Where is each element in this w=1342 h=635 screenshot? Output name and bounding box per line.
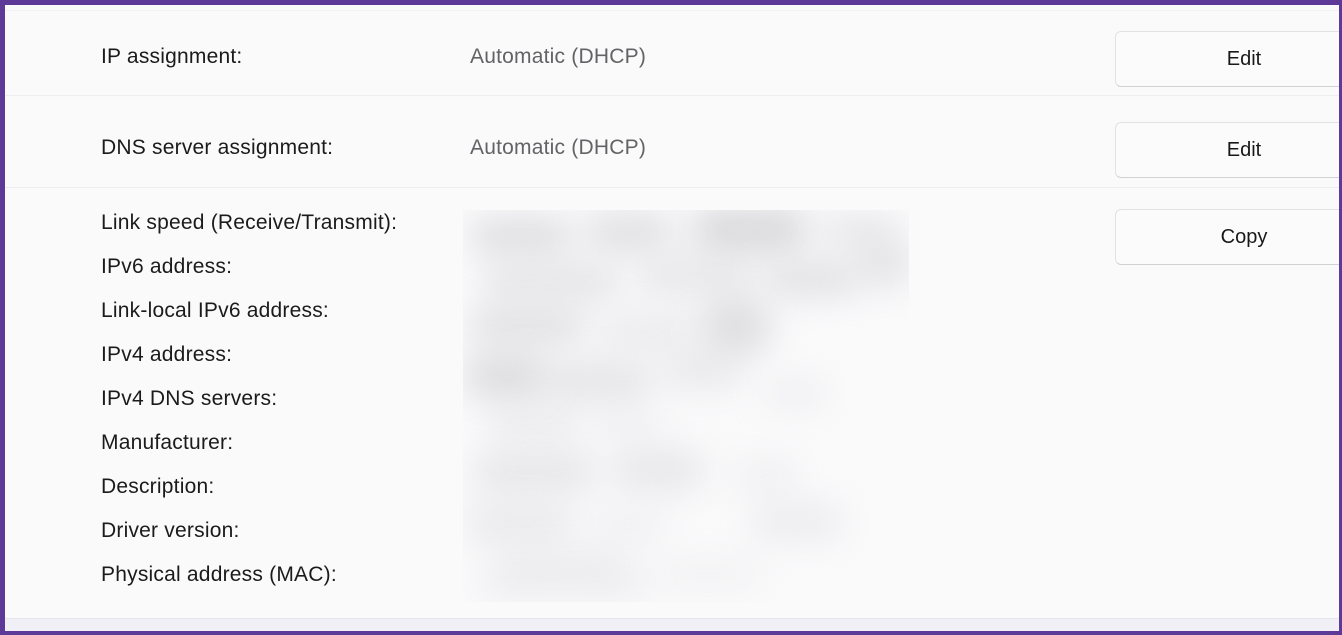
row-adapter-details: Link speed (Receive/Transmit): IPv6 addr… xyxy=(5,188,1342,618)
ipv4-address-label: IPv4 address: xyxy=(101,343,233,366)
panel-footer-strip xyxy=(5,619,1339,631)
adapter-details-values-redacted xyxy=(463,210,909,602)
row-dns-server-assignment: DNS server assignment: Automatic (DHCP) … xyxy=(5,96,1342,187)
ipv4-dns-servers-label: IPv4 DNS servers: xyxy=(101,387,278,410)
copy-adapter-details-button[interactable]: Copy xyxy=(1115,209,1342,265)
settings-network-properties-panel: IP assignment: Automatic (DHCP) Edit DNS… xyxy=(0,0,1342,635)
ip-assignment-value: Automatic (DHCP) xyxy=(470,45,647,68)
dns-server-assignment-value: Automatic (DHCP) xyxy=(470,136,647,159)
physical-address-mac-label: Physical address (MAC): xyxy=(101,563,337,586)
window-accent-border-bottom xyxy=(0,631,1342,635)
driver-version-label: Driver version: xyxy=(101,519,240,542)
manufacturer-label: Manufacturer: xyxy=(101,431,234,454)
ip-assignment-label: IP assignment: xyxy=(101,45,243,68)
edit-dns-server-assignment-button[interactable]: Edit xyxy=(1115,122,1342,178)
dns-server-assignment-label: DNS server assignment: xyxy=(101,136,334,159)
description-label: Description: xyxy=(101,475,215,498)
row-ip-assignment: IP assignment: Automatic (DHCP) Edit xyxy=(5,5,1342,95)
link-local-ipv6-address-label: Link-local IPv6 address: xyxy=(101,299,329,322)
window-accent-border-left xyxy=(0,0,5,635)
panel-surface: IP assignment: Automatic (DHCP) Edit DNS… xyxy=(5,5,1342,631)
window-accent-border-top xyxy=(0,0,1342,5)
ipv6-address-label: IPv6 address: xyxy=(101,255,233,278)
edit-ip-assignment-button[interactable]: Edit xyxy=(1115,31,1342,87)
link-speed-label: Link speed (Receive/Transmit): xyxy=(101,211,398,234)
